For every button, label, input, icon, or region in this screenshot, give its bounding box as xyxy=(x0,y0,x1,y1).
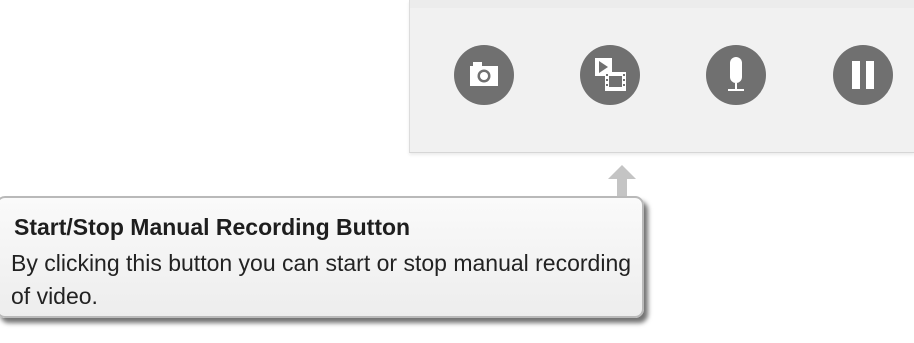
callout-box: Start/Stop Manual Recording Button By cl… xyxy=(0,196,644,318)
help-screenshot: Start/Stop Manual Recording Button By cl… xyxy=(0,0,914,343)
manual-record-button[interactable] xyxy=(580,45,640,105)
microphone-icon xyxy=(728,57,744,91)
audio-button[interactable] xyxy=(706,45,766,105)
pause-icon xyxy=(852,61,874,89)
film-record-icon xyxy=(595,58,626,91)
snapshot-button[interactable] xyxy=(454,45,514,105)
camera-toolbar xyxy=(409,0,914,153)
pause-button[interactable] xyxy=(833,45,893,105)
pointer-arrow xyxy=(608,165,636,197)
callout-title: Start/Stop Manual Recording Button xyxy=(14,214,411,240)
camera-icon xyxy=(470,62,498,86)
callout-body: By clicking this button you can start or… xyxy=(11,250,632,309)
